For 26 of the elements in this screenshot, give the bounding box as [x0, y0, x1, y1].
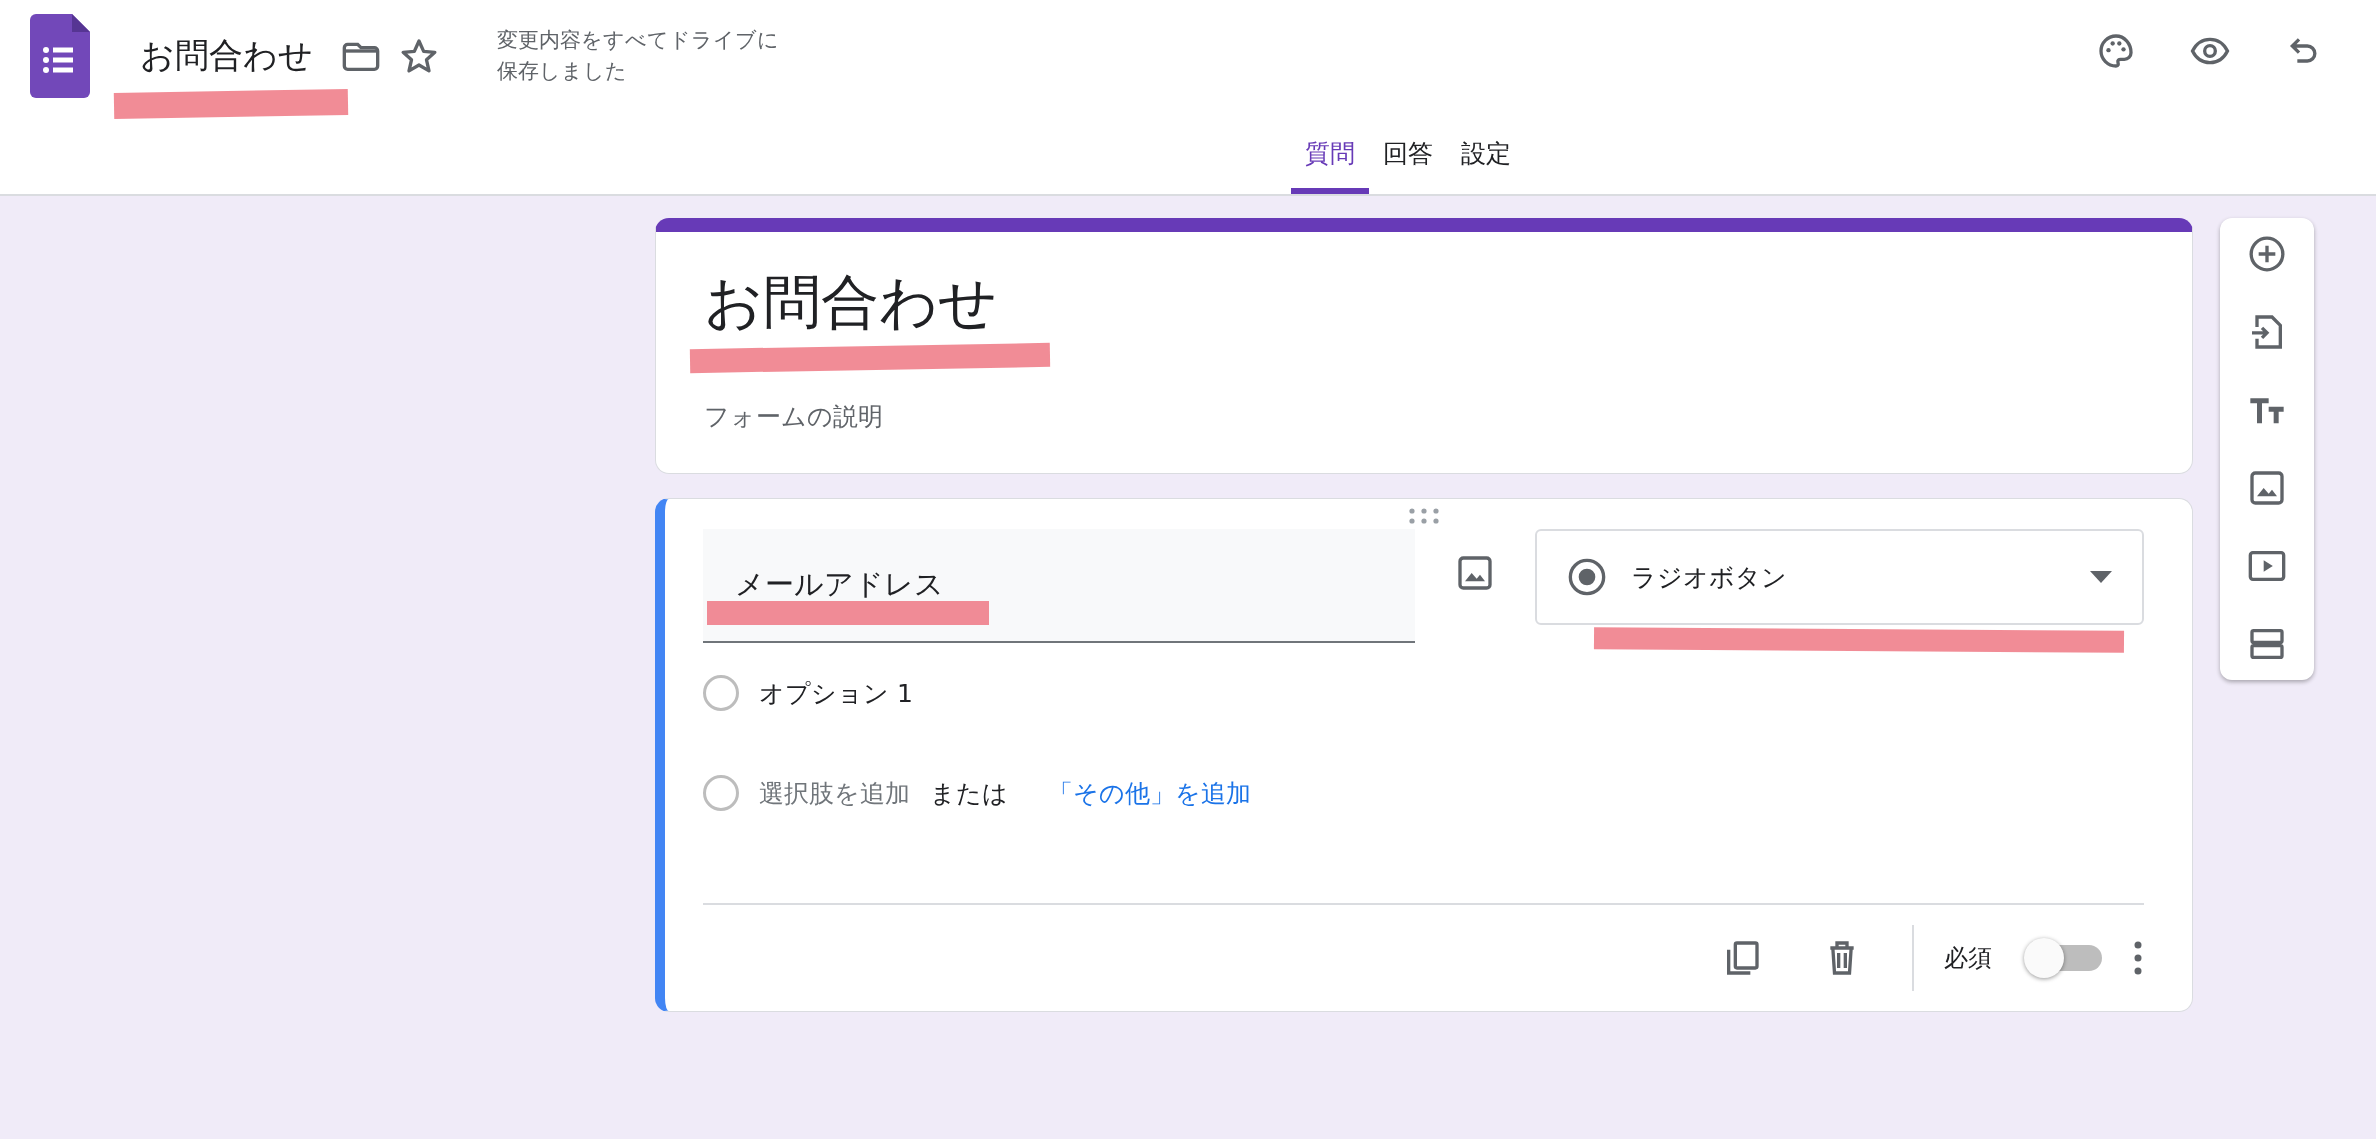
- add-other-link[interactable]: 「その他」を追加: [1048, 776, 1251, 810]
- required-label: 必須: [1944, 943, 1992, 974]
- save-status-text: 変更内容をすべてドライブに保存しました: [497, 27, 780, 85]
- image-icon[interactable]: [1455, 553, 1495, 593]
- option-label[interactable]: オプション 1: [759, 676, 913, 710]
- document-title[interactable]: お問合わせ: [140, 35, 313, 75]
- forms-logo-icon[interactable]: [30, 14, 90, 98]
- dropdown-caret-icon: [2090, 571, 2112, 583]
- more-options-icon[interactable]: [2132, 940, 2144, 976]
- or-text: または: [930, 777, 1008, 810]
- drag-handle-icon[interactable]: [1406, 507, 1441, 525]
- required-toggle[interactable]: [2022, 936, 2102, 980]
- question-type-dropdown[interactable]: ラジオボタン: [1535, 529, 2144, 625]
- tab[interactable]: 質問: [1291, 137, 1369, 194]
- radio-button-icon: [1567, 557, 1607, 597]
- image-icon[interactable]: [2247, 468, 2287, 508]
- form-description-field[interactable]: フォームの説明: [704, 400, 2144, 433]
- radio-circle: [703, 675, 739, 711]
- tab[interactable]: 回答: [1369, 137, 1447, 194]
- tab[interactable]: 設定: [1447, 137, 1525, 194]
- question-title-field[interactable]: メールアドレス: [735, 567, 944, 601]
- add-option-text[interactable]: 選択肢を追加: [759, 776, 910, 810]
- radio-circle: [703, 775, 739, 811]
- plus-circle-icon[interactable]: [2247, 234, 2287, 274]
- palette-icon[interactable]: [2096, 31, 2136, 71]
- form-title[interactable]: お問合わせ: [704, 268, 997, 336]
